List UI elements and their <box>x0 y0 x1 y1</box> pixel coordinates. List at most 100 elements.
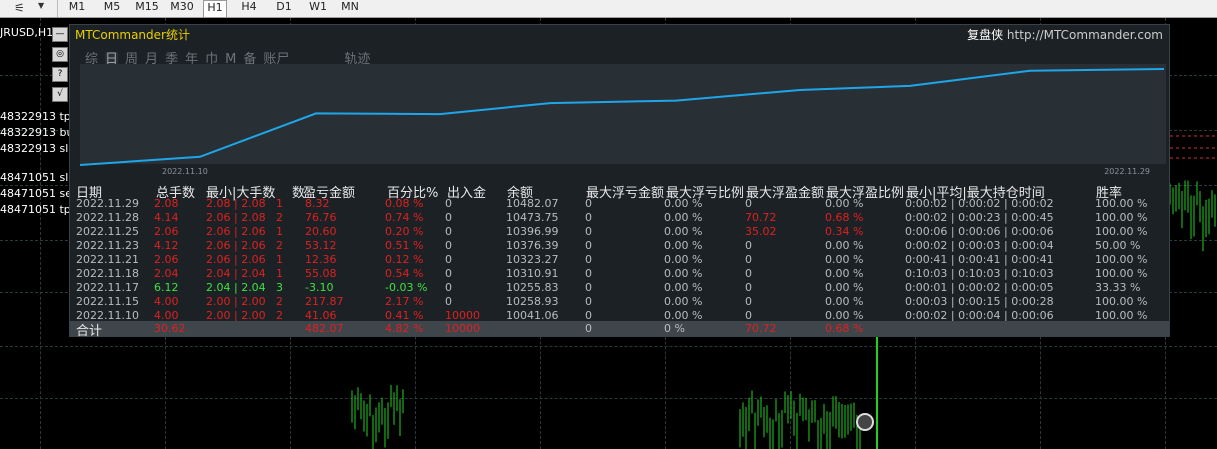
cell-time: 0:00:01 | 0:00:02 | 0:00:05 <box>905 281 1054 294</box>
chevron-down-icon[interactable]: ▼ <box>38 1 44 10</box>
cell-bal: 10396.99 <box>506 225 559 238</box>
timeframe-m15[interactable]: M15 <box>132 0 162 17</box>
cell-win: 50.00 % <box>1095 239 1141 252</box>
cell-pct: -0.03 % <box>385 281 428 294</box>
cell-mfpp: 0.00 % <box>825 253 864 266</box>
total-mfp: 70.72 <box>745 322 777 335</box>
cell-n: 2 <box>276 295 283 308</box>
cell-mflp: 0.00 % <box>664 267 703 280</box>
cell-mfl: 0 <box>585 267 592 280</box>
timeframe-m1[interactable]: M1 <box>65 0 89 17</box>
cell-mfp: 0 <box>745 253 752 266</box>
brand[interactable]: 复盘侠 http://MTCommander.com <box>967 26 1163 43</box>
panel-side-button[interactable]: ◎ <box>52 47 68 62</box>
cell-mfp: 0 <box>745 267 752 280</box>
cell-mfp: 0 <box>745 295 752 308</box>
cell-pct: 0.08 % <box>385 197 424 210</box>
order-label: 48322913 sl <box>0 142 69 155</box>
timeframe-mn[interactable]: MN <box>338 0 362 17</box>
order-label: 48471051 se <box>0 187 72 200</box>
table-row[interactable]: 2022.11.17 6.12 2.04 | 2.04 3 -3.10 -0.03 % 0 1… <box>70 281 1169 295</box>
cell-n: 1 <box>276 197 283 210</box>
timeframe-d1[interactable]: D1 <box>272 0 296 17</box>
graph-x-start-label: 2022.11.10 <box>162 167 208 176</box>
cell-mfp: 0 <box>745 281 752 294</box>
cell-time: 0:00:02 | 0:00:03 | 0:00:04 <box>905 239 1054 252</box>
cell-mfpp: 0.34 % <box>825 225 864 238</box>
cell-date: 2022.11.17 <box>76 281 139 294</box>
cell-pct: 0.54 % <box>385 267 424 280</box>
cell-mflp: 0.00 % <box>664 239 703 252</box>
cell-minmax: 2.06 | 2.06 <box>206 253 266 266</box>
cell-minmax: 2.08 | 2.08 <box>206 197 266 210</box>
panel-side-button[interactable]: ? <box>52 67 68 82</box>
total-io: 10000 <box>445 322 480 335</box>
toolbar-separator <box>57 0 58 17</box>
cell-bal: 10323.27 <box>506 253 559 266</box>
total-pct: 4.82 % <box>385 322 424 335</box>
cell-lots: 4.00 <box>154 295 179 308</box>
cell-io: 0 <box>445 267 452 280</box>
cell-mfl: 0 <box>585 253 592 266</box>
cell-time: 0:00:41 | 0:00:41 | 0:00:41 <box>905 253 1054 266</box>
table-row[interactable]: 2022.11.25 2.06 2.06 | 2.06 1 20.60 0.20 % 0 10… <box>70 225 1169 239</box>
timeframe-toolbar: ⚟ ▼ M1 M5 M15 M30 H1 H4 D1 W1 MN <box>0 0 1217 18</box>
total-mfl: 0 <box>585 322 592 335</box>
cell-date: 2022.11.21 <box>76 253 139 266</box>
cell-io: 0 <box>445 253 452 266</box>
cell-mflp: 0.00 % <box>664 197 703 210</box>
cell-pl: 55.08 <box>305 267 337 280</box>
balance-graph: 2022.11.10 2022.11.29 <box>80 64 1166 176</box>
cell-date: 2022.11.18 <box>76 267 139 280</box>
brand-url[interactable]: http://MTCommander.com <box>1007 28 1163 42</box>
stats-panel: MTCommander统计 复盘侠 http://MTCommander.com… <box>69 24 1170 339</box>
table-row[interactable]: 2022.11.29 2.08 2.08 | 2.08 1 8.32 0.08 % 0 104… <box>70 197 1169 211</box>
panel-title: MTCommander统计 <box>75 28 190 42</box>
graph-background <box>80 64 1166 164</box>
timeframe-h1[interactable]: H1 <box>203 0 227 18</box>
cell-mfl: 0 <box>585 225 592 238</box>
panel-side-button[interactable]: — <box>52 27 68 42</box>
cell-pl: 20.60 <box>305 225 337 238</box>
timeframe-w1[interactable]: W1 <box>306 0 330 17</box>
cell-mfp: 0 <box>745 239 752 252</box>
total-lots: 30.62 <box>154 322 186 335</box>
table-row[interactable]: 2022.11.23 4.12 2.06 | 2.06 2 53.12 0.51 % 0 10… <box>70 239 1169 253</box>
cell-io: 0 <box>445 225 452 238</box>
table-row[interactable]: 2022.11.18 2.04 2.04 | 2.04 1 55.08 0.54 % 0 10… <box>70 267 1169 281</box>
cell-n: 1 <box>276 267 283 280</box>
table-row[interactable]: 2022.11.21 2.06 2.06 | 2.06 1 12.36 0.12 % 0 10… <box>70 253 1169 267</box>
cell-mfpp: 0.00 % <box>825 239 864 252</box>
total-mflp: 0 % <box>664 322 685 335</box>
cell-pl: 53.12 <box>305 239 337 252</box>
table-row[interactable]: 2022.11.28 4.14 2.06 | 2.08 2 76.76 0.74 % 0 10… <box>70 211 1169 225</box>
cell-time: 0:00:03 | 0:00:15 | 0:00:28 <box>905 295 1054 308</box>
cell-lots: 4.14 <box>154 211 179 224</box>
panel-side-button[interactable]: √ <box>52 87 68 102</box>
cell-lots: 2.08 <box>154 197 179 210</box>
cell-mfpp: 0.00 % <box>825 197 864 210</box>
cell-time: 0:00:02 | 0:00:02 | 0:00:02 <box>905 197 1054 210</box>
cell-lots: 6.12 <box>154 281 179 294</box>
cell-lots: 2.06 <box>154 225 179 238</box>
cell-bal: 10376.39 <box>506 239 559 252</box>
timeframe-m30[interactable]: M30 <box>166 0 198 17</box>
table-row[interactable]: 2022.11.15 4.00 2.00 | 2.00 2 217.87 2.17 % 0 1… <box>70 295 1169 309</box>
cell-minmax: 2.00 | 2.00 <box>206 295 266 308</box>
cell-lots: 4.12 <box>154 239 179 252</box>
cell-win: 100.00 % <box>1095 295 1148 308</box>
cell-lots: 2.06 <box>154 253 179 266</box>
cell-bal: 10482.07 <box>506 197 559 210</box>
cell-date: 2022.11.25 <box>76 225 139 238</box>
line-tool-icon[interactable]: ⚟ <box>14 1 25 15</box>
timeframe-m5[interactable]: M5 <box>98 0 126 17</box>
timeframe-h4[interactable]: H4 <box>236 0 262 17</box>
cell-win: 33.33 % <box>1095 281 1141 294</box>
symbol-label: JRUSD,H1 <box>0 26 54 39</box>
cell-minmax: 2.06 | 2.06 <box>206 239 266 252</box>
cell-n: 3 <box>276 281 283 294</box>
trade-marker-icon[interactable] <box>856 413 874 431</box>
cell-minmax: 2.06 | 2.08 <box>206 211 266 224</box>
cell-mfpp: 0.00 % <box>825 267 864 280</box>
cell-pl: -3.10 <box>305 281 334 294</box>
